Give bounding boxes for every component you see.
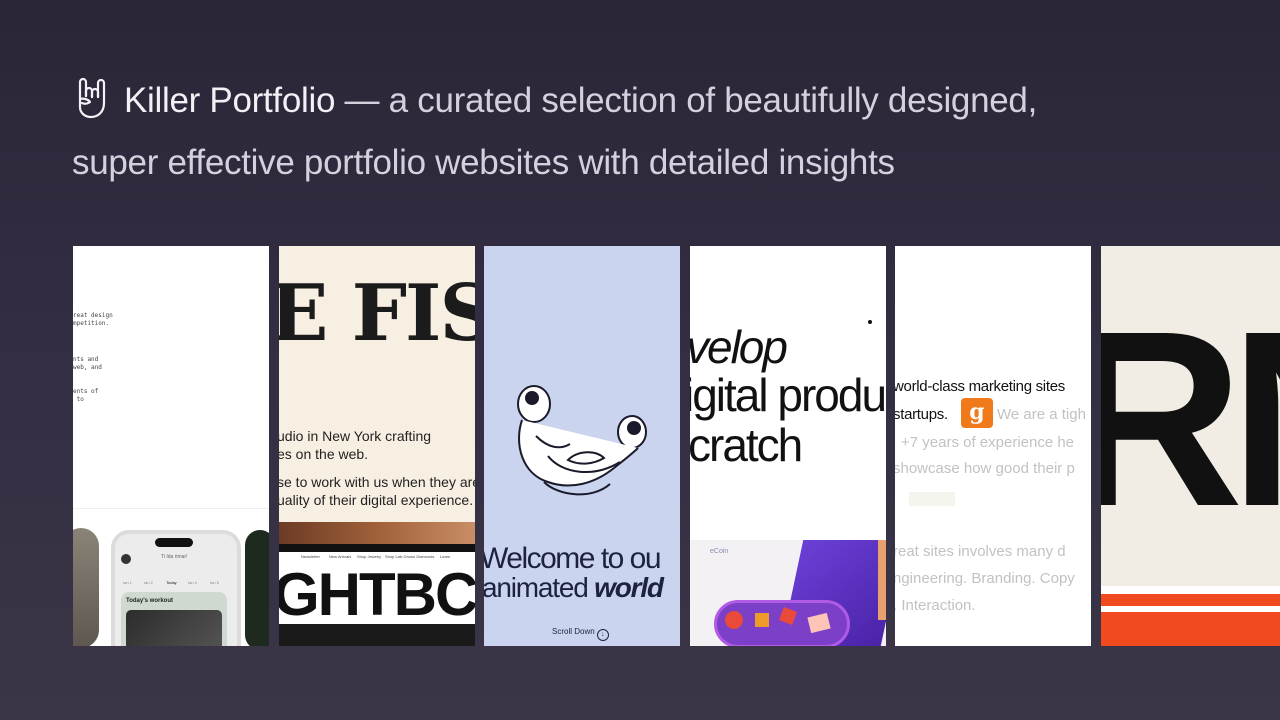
phone-day: Ian 2 xyxy=(144,580,153,585)
card-1-text-line: web, and xyxy=(73,364,102,371)
card-6-wordmark: RN xyxy=(1101,279,1280,558)
phone-day: Ian 1 xyxy=(123,580,132,585)
board-tile xyxy=(755,613,769,627)
brand-name[interactable]: Killer Portfolio xyxy=(124,81,335,120)
card-1-text-line: reat design xyxy=(73,312,113,319)
card-2-para-line: udio in New York crafting xyxy=(279,428,432,444)
phone-notch xyxy=(155,538,193,547)
card-2-footer xyxy=(279,624,475,646)
tagline-line2: super effective portfolio websites with … xyxy=(72,143,895,182)
card-2-headline: E FIS xyxy=(279,268,475,359)
phone-day: Ian 5 xyxy=(210,580,219,585)
card-6-orange-block xyxy=(1101,612,1280,646)
welcome-subheading: animated world xyxy=(484,572,664,604)
hero-heading: Killer Portfolio — a curated selection o… xyxy=(72,70,1222,194)
card-4-showcase: eCoin xyxy=(690,540,886,646)
coin-label: eCoin xyxy=(710,548,729,555)
card-2-para-line: se to work with us when they are xyxy=(279,474,475,490)
portfolio-strip: reat design mpetition. nts and web, and … xyxy=(0,246,1280,646)
portfolio-card-5[interactable]: world-class marketing sites startups. g … xyxy=(895,246,1091,646)
portfolio-card-2[interactable]: E FIS udio in New York crafting es on th… xyxy=(279,246,475,646)
nav-link[interactable]: New Arrivals xyxy=(329,554,351,559)
card-4-line: igital produ xyxy=(690,369,886,421)
card-1-text-line: mpetition. xyxy=(73,320,110,327)
board-card xyxy=(807,612,831,634)
card-1-text-line: ents of xyxy=(73,388,99,395)
card-2-para-line: uality of their digital experience. xyxy=(279,492,474,508)
welcome-heading: Welcome to ou xyxy=(484,542,662,575)
nav-link[interactable]: Shop Jewelry xyxy=(357,554,381,559)
workout-title: Today's workout xyxy=(126,598,173,604)
card-5-startups: startups. xyxy=(895,406,948,423)
nav-link[interactable]: Shop Lab-Grown Diamonds xyxy=(385,554,434,559)
card-1-text-line: to xyxy=(73,396,84,403)
card-4-line: cratch xyxy=(690,419,803,471)
phone-day: Ian 4 xyxy=(188,580,197,585)
card-6-orange-band xyxy=(1101,594,1280,606)
card-5-we-are: We are a tigh xyxy=(997,406,1086,423)
portfolio-card-3[interactable]: Welcome to ou animated world Scroll Down… xyxy=(484,246,680,646)
phone-day: Today xyxy=(166,580,177,585)
card-2-section: Newsletter New Arrivals Shop Jewelry Sho… xyxy=(279,552,475,628)
mascot-illustration xyxy=(517,385,647,496)
faded-chip xyxy=(909,492,955,506)
card-5-line1: world-class marketing sites xyxy=(895,378,1065,395)
animated-word: animated xyxy=(484,572,595,603)
portfolio-card-6[interactable]: RN xyxy=(1101,246,1280,646)
card-2-photo-band xyxy=(279,522,475,544)
workout-card[interactable]: Today's workout xyxy=(121,592,227,646)
card-1-text-line: nts and xyxy=(73,356,99,363)
portfolio-card-4[interactable]: velop igital produ cratch eCoin xyxy=(690,246,886,646)
avatar xyxy=(121,554,131,564)
g-badge: g xyxy=(961,398,993,428)
portfolio-card-1[interactable]: reat design mpetition. nts and web, and … xyxy=(73,246,269,646)
person-photo xyxy=(73,528,99,646)
board-tile xyxy=(779,607,797,625)
card-5-great: reat sites involves many d xyxy=(895,543,1066,560)
card-2-bar xyxy=(279,544,475,552)
nav-link[interactable]: Newsletter xyxy=(301,554,320,559)
board-token xyxy=(725,611,743,629)
card-6-white-band xyxy=(1101,586,1280,594)
nav-link[interactable]: Learn xyxy=(440,554,450,559)
card-2-para-line: es on the web. xyxy=(279,446,369,462)
arrow-down-icon: ↓ xyxy=(596,629,609,641)
tagline: — a curated selection of beautifully des… xyxy=(335,81,1038,120)
scroll-down-label: Scroll Down xyxy=(552,627,595,636)
card-2-wordmark: GHTBC xyxy=(279,561,475,628)
card-5-interaction: . Interaction. xyxy=(895,597,976,614)
game-board xyxy=(714,600,850,646)
card-5-engineering: ngineering. Branding. Copy xyxy=(895,570,1075,587)
phone-greeting: Ti Ida rimar! xyxy=(161,554,188,560)
workout-image xyxy=(126,610,222,646)
card-4-line: velop xyxy=(690,321,788,373)
world-word: world xyxy=(594,572,664,603)
dot xyxy=(868,320,872,324)
card-5-years: +7 years of experience he xyxy=(901,434,1075,451)
card-5-showcase: showcase how good their p xyxy=(895,460,1075,477)
orange-edge xyxy=(878,540,886,620)
scroll-down-link[interactable]: Scroll Down ↓ xyxy=(552,627,609,641)
phone-mockup: Ti Ida rimar! Ian 1 Ian 2 Today Ian 4 Ia… xyxy=(111,530,241,646)
phone-edge xyxy=(245,530,269,646)
divider xyxy=(73,508,269,509)
rock-hand-icon xyxy=(72,77,112,121)
